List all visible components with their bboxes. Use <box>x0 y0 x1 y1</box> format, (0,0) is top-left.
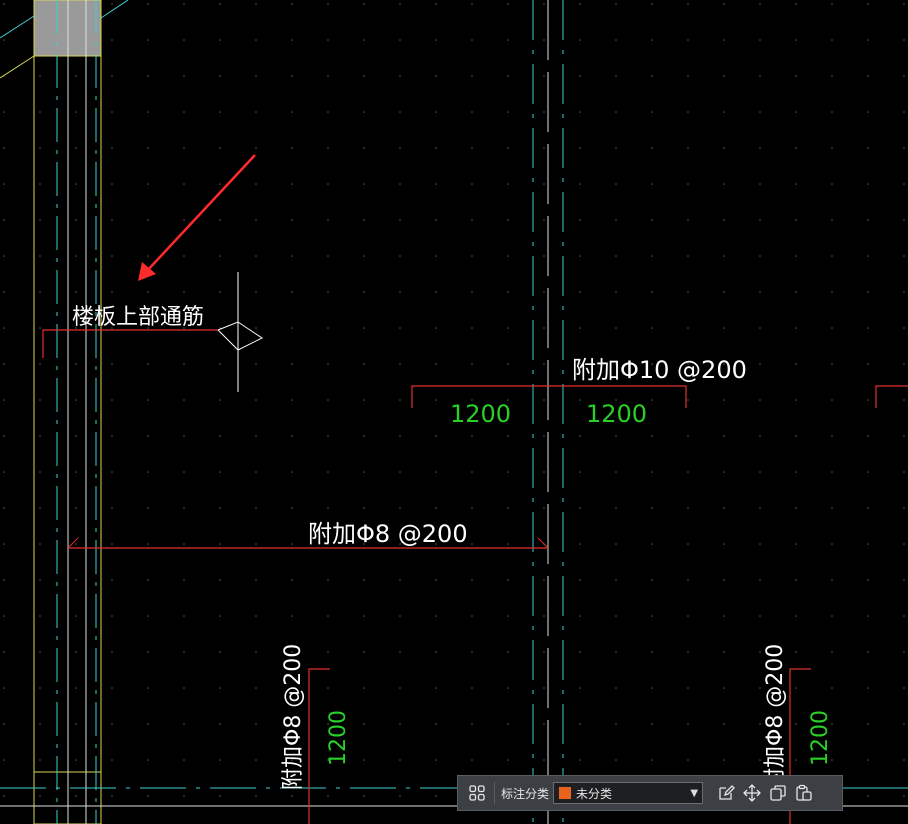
chevron-down-icon: ▼ <box>690 787 699 799</box>
vertical-bar-left-label[interactable]: 附加Φ8 @200 <box>281 644 306 790</box>
copy-icon <box>770 785 786 801</box>
four-squares-icon <box>469 785 485 801</box>
toolbar-divider <box>494 782 495 804</box>
annotation-toolbar: 标注分类 未分类 ▼ <box>457 775 843 811</box>
annotation-category-label: 标注分类 <box>501 786 550 801</box>
vertical-bar-right-label[interactable]: 附加Φ8 @200 <box>763 644 788 790</box>
floor-top-rebar-label[interactable]: 楼板上部通筋 <box>72 305 204 330</box>
paste-button[interactable] <box>791 780 817 806</box>
copy-button[interactable] <box>765 780 791 806</box>
category-value: 未分类 <box>576 786 613 801</box>
length-label[interactable]: 1200 <box>450 400 511 428</box>
cad-canvas[interactable]: 楼板上部通筋 附加Φ10 @200 1200 1200 附加Φ8 @200 附加… <box>0 0 908 824</box>
category-select[interactable]: 未分类 ▼ <box>553 782 704 804</box>
edit-button[interactable] <box>713 780 739 806</box>
paste-icon <box>796 784 812 801</box>
additional-bar-top-label[interactable]: 附加Φ10 @200 <box>572 356 747 384</box>
move-icon <box>743 784 761 802</box>
additional-bar-mid-label[interactable]: 附加Φ8 @200 <box>308 520 468 548</box>
grid-view-button[interactable] <box>464 780 490 806</box>
category-color-swatch <box>558 786 573 800</box>
length-label[interactable]: 1200 <box>808 710 833 766</box>
edit-icon <box>719 785 735 800</box>
length-label[interactable]: 1200 <box>326 710 351 766</box>
move-button[interactable] <box>739 780 765 806</box>
length-label[interactable]: 1200 <box>586 400 647 428</box>
